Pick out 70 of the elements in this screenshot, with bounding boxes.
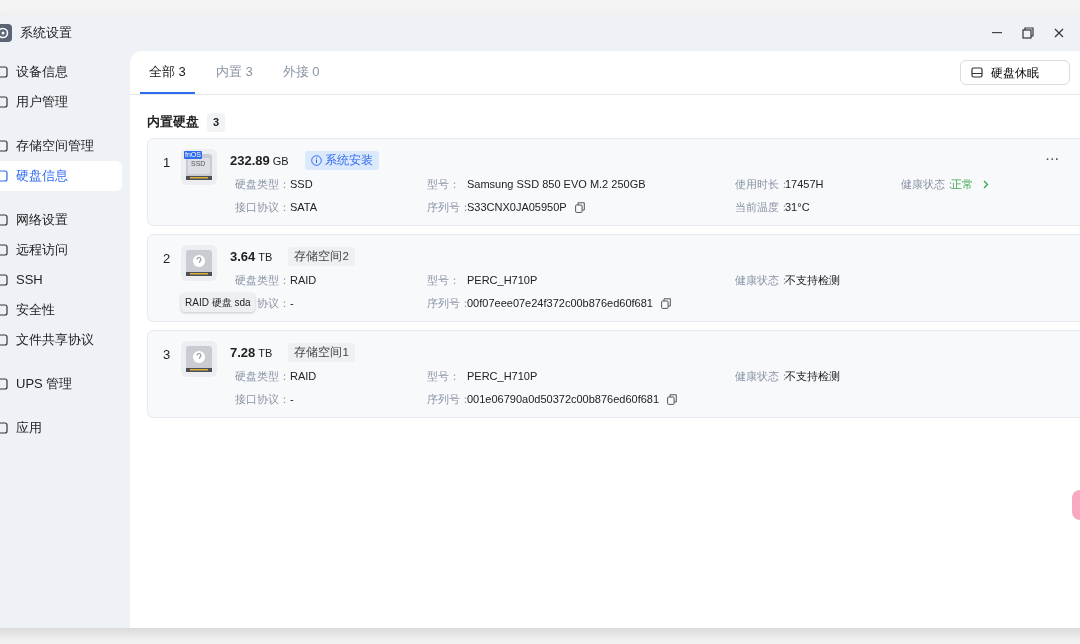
sidebar-item[interactable]: 远程访问: [0, 235, 122, 265]
field-label: 序列号：: [427, 296, 467, 311]
field-label: 型号：: [427, 273, 461, 288]
field-value: SSD: [290, 177, 313, 192]
minimize-icon[interactable]: [992, 32, 1002, 34]
field-value: PERC_H710P: [467, 369, 538, 384]
disk-tag: 存储空间2: [288, 247, 355, 267]
close-icon[interactable]: [1054, 28, 1064, 38]
restore-icon[interactable]: [1022, 27, 1034, 39]
sidebar-item[interactable]: 安全性: [0, 295, 122, 325]
field-label: 健康状态：: [735, 273, 785, 288]
disk-tag: 系统安装: [304, 151, 379, 171]
field-label: 硬盘类型：: [235, 273, 290, 288]
count-badge: 3: [207, 113, 226, 132]
more-button[interactable]: ···: [1046, 150, 1060, 168]
sidebar-item[interactable]: 应用: [0, 413, 122, 443]
field-label: 当前温度：: [735, 200, 785, 215]
disk-number: 2: [163, 249, 172, 268]
field-value: S33CNX0JA05950P: [467, 200, 567, 215]
field-label: 协议：: [257, 296, 290, 311]
info-icon: [310, 155, 322, 167]
sidebar-item[interactable]: 网络设置: [0, 205, 122, 235]
sidebar-item[interactable]: 用户管理: [0, 87, 122, 117]
disk-size: 7.28 TB: [230, 344, 273, 362]
field-label: 型号：: [427, 369, 461, 384]
chevron-icon[interactable]: [983, 179, 989, 189]
field-label: 序列号：: [427, 200, 467, 215]
sidebar-item[interactable]: 硬盘信息: [0, 161, 122, 191]
field-label: 使用时长：: [735, 177, 785, 192]
sidebar-item[interactable]: 存储空间管理: [0, 131, 122, 161]
copy-icon[interactable]: [660, 297, 671, 309]
sidebar-item[interactable]: 文件共享协议: [0, 325, 122, 355]
field-value: Samsung SSD 850 EVO M.2 250GB: [467, 177, 646, 192]
copy-icon[interactable]: [667, 393, 678, 405]
field-label: 接口协议：: [235, 392, 290, 407]
field-value: 00f07eee07e24f372c00b876ed60f681: [467, 296, 653, 311]
disk-tag: 存储空间1: [288, 343, 355, 363]
drive-icon: [971, 67, 983, 78]
disk-number: 3: [163, 345, 172, 364]
section-title: 内置硬盘: [147, 114, 199, 131]
field-value: 17457H: [785, 177, 824, 192]
field-label: 序列号：: [427, 392, 467, 407]
status-value: 不支持检测: [785, 369, 840, 384]
tab[interactable]: 全部 3: [140, 51, 195, 94]
field-label: 健康状态：: [735, 369, 785, 384]
field-label: 接口协议：: [235, 200, 290, 215]
disk-size: 232.89 GB: [230, 152, 289, 170]
disk-size: 3.64 TB: [230, 248, 273, 266]
field-label: 硬盘类型：: [235, 177, 290, 192]
field-value: -: [290, 296, 294, 311]
status-value: 正常: [951, 177, 973, 192]
field-label: 健康状态：: [901, 177, 951, 192]
field-value: 001e06790a0d50372c00b876ed60f681: [467, 392, 660, 407]
copy-icon[interactable]: [574, 201, 585, 213]
sidebar-item[interactable]: 设备信息: [0, 57, 122, 87]
status-value: 不支持检测: [785, 273, 840, 288]
field-label: 硬盘类型：: [235, 369, 290, 384]
window-title: 系统设置: [20, 24, 72, 43]
field-value: RAID: [290, 369, 317, 384]
field-label: 型号：: [427, 177, 461, 192]
field-value: PERC_H710P: [467, 273, 538, 288]
field-value: 31°C: [785, 200, 810, 215]
disk-number: 1: [163, 153, 172, 172]
field-value: SATA: [290, 200, 318, 215]
sleep-button[interactable]: 硬盘休眠: [960, 60, 1070, 85]
sidebar-item[interactable]: UPS 管理: [0, 369, 122, 399]
sidebar-item[interactable]: SSH: [0, 265, 122, 295]
tooltip: RAID 硬盘 sda: [181, 292, 255, 312]
field-value: RAID: [290, 273, 317, 288]
field-value: -: [290, 392, 294, 407]
